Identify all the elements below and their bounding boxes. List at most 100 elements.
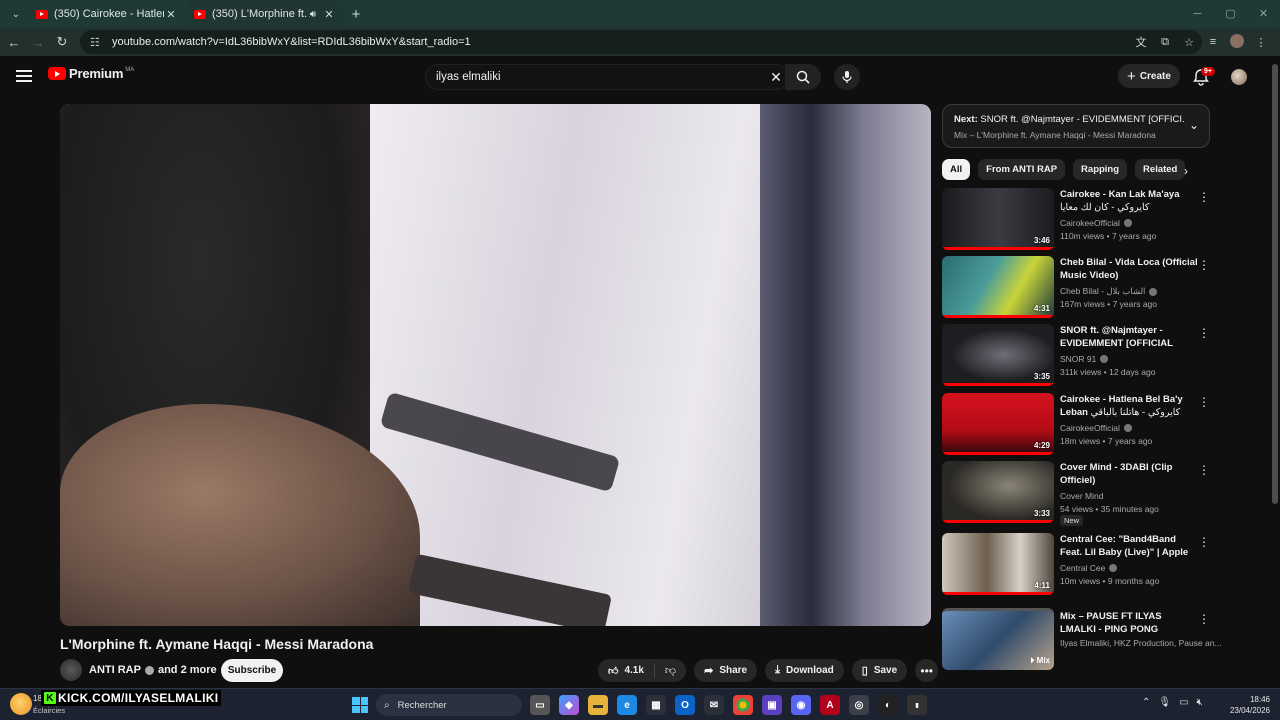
weather-icon[interactable] — [10, 693, 32, 715]
discord-icon[interactable]: ◉ — [791, 695, 811, 715]
chrome-icon[interactable] — [733, 695, 753, 715]
site-info-icon[interactable]: ☷ — [90, 36, 104, 49]
edge-icon[interactable]: e — [617, 695, 637, 715]
translate-icon[interactable]: 文 — [1130, 34, 1152, 50]
more-vertical-icon[interactable]: ⋮ — [1198, 190, 1210, 204]
search-field[interactable]: ilyas elmaliki ✕ — [425, 64, 789, 90]
browser-menu-icon[interactable]: ⋮ — [1250, 36, 1272, 49]
profile-icon[interactable] — [1226, 33, 1248, 51]
video-thumbnail[interactable]: 4:11 — [942, 533, 1054, 595]
more-vertical-icon[interactable]: ⋮ — [1198, 463, 1210, 477]
close-tab-icon[interactable]: ✕ — [322, 8, 336, 21]
reload-icon[interactable]: ↻ — [50, 34, 74, 50]
more-vertical-icon[interactable]: ⋮ — [1198, 395, 1210, 409]
taskbar-clock[interactable]: 18:46 23/04/2026 — [1222, 694, 1270, 716]
url-field[interactable]: ☷ youtube.com/watch?v=IdL36bibWxY&list=R… — [80, 30, 1202, 54]
more-vertical-icon[interactable]: ⋮ — [1198, 258, 1210, 272]
channel-name[interactable]: SNOR 91 — [1060, 354, 1109, 364]
chevron-down-icon[interactable]: ⌄ — [1189, 118, 1199, 132]
chevron-right-icon[interactable]: › — [1184, 164, 1188, 178]
more-vertical-icon[interactable]: ⋮ — [1198, 326, 1210, 340]
minimize-icon[interactable]: ─ — [1181, 0, 1214, 28]
tray-mic-icon[interactable]: 🎙︎ — [1158, 697, 1171, 708]
tray-display-icon[interactable]: ▭ — [1179, 697, 1188, 708]
search-button[interactable] — [785, 64, 821, 90]
download-button[interactable]: ⤓ Download — [765, 659, 844, 682]
copilot-icon[interactable]: ◆ — [559, 695, 579, 715]
scrollbar-thumb[interactable] — [1272, 64, 1278, 504]
tab-lmorphine[interactable]: (350) L'Morphine ft. Ayman 🔊︎ ✕ — [186, 0, 344, 28]
store-icon[interactable]: ▦ — [646, 695, 666, 715]
page-scrollbar[interactable] — [1271, 58, 1279, 698]
youtube-premium-logo[interactable]: Premium MA — [48, 66, 134, 81]
create-button[interactable]: + Create — [1118, 64, 1180, 88]
close-window-icon[interactable]: ✕ — [1247, 0, 1280, 28]
outlook-icon[interactable]: O — [675, 695, 695, 715]
app-icon[interactable]: ◐ — [878, 695, 898, 715]
chip-from-anti-rap[interactable]: From ANTI RAP — [978, 159, 1066, 180]
more-actions-button[interactable]: ••• — [915, 659, 939, 682]
mix-thumbnail[interactable]: ⏵︎ Mix — [942, 608, 1054, 670]
channel-avatar[interactable] — [60, 659, 82, 681]
channel-name[interactable]: Ilyas Elmaliki, HKZ Production, Pause an… — [1060, 638, 1222, 648]
streaming-app-icon[interactable]: ▮ — [907, 695, 927, 715]
list-item[interactable]: 3:46 Cairokee - Kan Lak Ma'aya كايروكي - … — [942, 188, 1210, 250]
channel-more-label[interactable]: and 2 more — [158, 664, 217, 676]
more-vertical-icon[interactable]: ⋮ — [1198, 612, 1210, 626]
video-thumbnail[interactable]: 3:33 — [942, 461, 1054, 523]
list-item[interactable]: 4:29 Cairokee - Hatlena Bel Ba'y Leban ك… — [942, 393, 1210, 455]
search-input[interactable]: ilyas elmaliki — [436, 71, 764, 83]
file-explorer-icon[interactable]: ▬ — [588, 695, 608, 715]
list-item[interactable]: 3:35 SNOR ft. @Najmtayer - EVIDEMMENT [O… — [942, 324, 1210, 386]
chip-rapping[interactable]: Rapping — [1073, 159, 1128, 180]
voice-search-button[interactable] — [834, 64, 860, 90]
tab-search-button[interactable]: ⌄ — [4, 4, 28, 24]
chip-all[interactable]: All — [942, 159, 971, 180]
video-player[interactable] — [60, 104, 931, 626]
bookmark-star-icon[interactable]: ☆ — [1178, 36, 1200, 49]
list-item[interactable]: ⏵︎ Mix Mix – PAUSE FT ILYAS LMALKI - PIN… — [942, 608, 1222, 670]
list-item[interactable]: 4:31 Cheb Bilal - Vida Loca (Official Mu… — [942, 256, 1210, 318]
channel-label[interactable]: ANTI RAP — [89, 664, 141, 676]
channel-name[interactable]: ANTI RAP and 2 more — [89, 664, 217, 676]
windows-start-icon[interactable] — [352, 697, 368, 713]
channel-name[interactable]: CairokeeOfficial — [1060, 218, 1132, 228]
list-item[interactable]: 3:33 Cover Mind - 3DABI (Clip Officiel) … — [942, 461, 1210, 526]
maximize-icon[interactable]: ▢ — [1214, 0, 1247, 28]
forward-icon[interactable]: → — [26, 35, 50, 50]
tray-mute-icon[interactable]: 🔇︎ — [1197, 697, 1203, 708]
adobe-icon[interactable]: A — [820, 695, 840, 715]
more-vertical-icon[interactable]: ⋮ — [1198, 535, 1210, 549]
save-button[interactable]: ▯ Save — [851, 659, 908, 682]
list-item[interactable]: 4:11 Central Cee: "Band4Band Feat. Lil B… — [942, 533, 1210, 595]
share-button[interactable]: ➦ Share — [694, 659, 758, 682]
task-view-icon[interactable]: ▭ — [530, 695, 550, 715]
channel-name[interactable]: Cheb Bilal - الشاب بلال — [1060, 286, 1158, 297]
chip-related[interactable]: Related — [1135, 159, 1186, 180]
close-tab-icon[interactable]: ✕ — [164, 8, 178, 21]
game-icon[interactable]: ▣ — [762, 695, 782, 715]
taskbar-search[interactable]: ⌕ Rechercher — [376, 694, 522, 716]
tray-chevron-icon[interactable]: ⌃ — [1142, 697, 1150, 708]
user-avatar[interactable] — [1231, 69, 1247, 85]
like-button[interactable]: 👍︎ 4.1k — [598, 663, 655, 678]
subscribe-button[interactable]: Subscribe — [221, 659, 283, 682]
obs-icon[interactable]: ◎ — [849, 695, 869, 715]
video-thumbnail[interactable]: 4:31 — [942, 256, 1054, 318]
mail-icon[interactable]: ✉ — [704, 695, 724, 715]
back-icon[interactable]: ← — [2, 35, 26, 50]
video-thumbnail[interactable]: 3:35 — [942, 324, 1054, 386]
speaker-icon[interactable]: 🔊︎ — [310, 9, 316, 20]
channel-name[interactable]: Central Cee — [1060, 563, 1118, 573]
channel-name[interactable]: Cover Mind — [1060, 491, 1103, 501]
new-tab-button[interactable]: + — [344, 6, 368, 23]
install-app-icon[interactable]: ⧉ — [1154, 36, 1176, 49]
video-thumbnail[interactable]: 3:46 — [942, 188, 1054, 250]
video-thumbnail[interactable]: 4:29 — [942, 393, 1054, 455]
channel-name[interactable]: CairokeeOfficial — [1060, 423, 1132, 433]
menu-icon[interactable] — [16, 70, 32, 82]
media-control-icon[interactable]: ≡ — [1202, 36, 1224, 48]
dislike-button[interactable]: 👎︎ — [655, 664, 686, 677]
next-up-panel[interactable]: Next: SNOR ft. @Najmtayer - EVIDEMMENT [… — [942, 104, 1210, 148]
tab-cairokee[interactable]: (350) Cairokee - Hatlena Bel Ba ✕ — [28, 0, 186, 28]
